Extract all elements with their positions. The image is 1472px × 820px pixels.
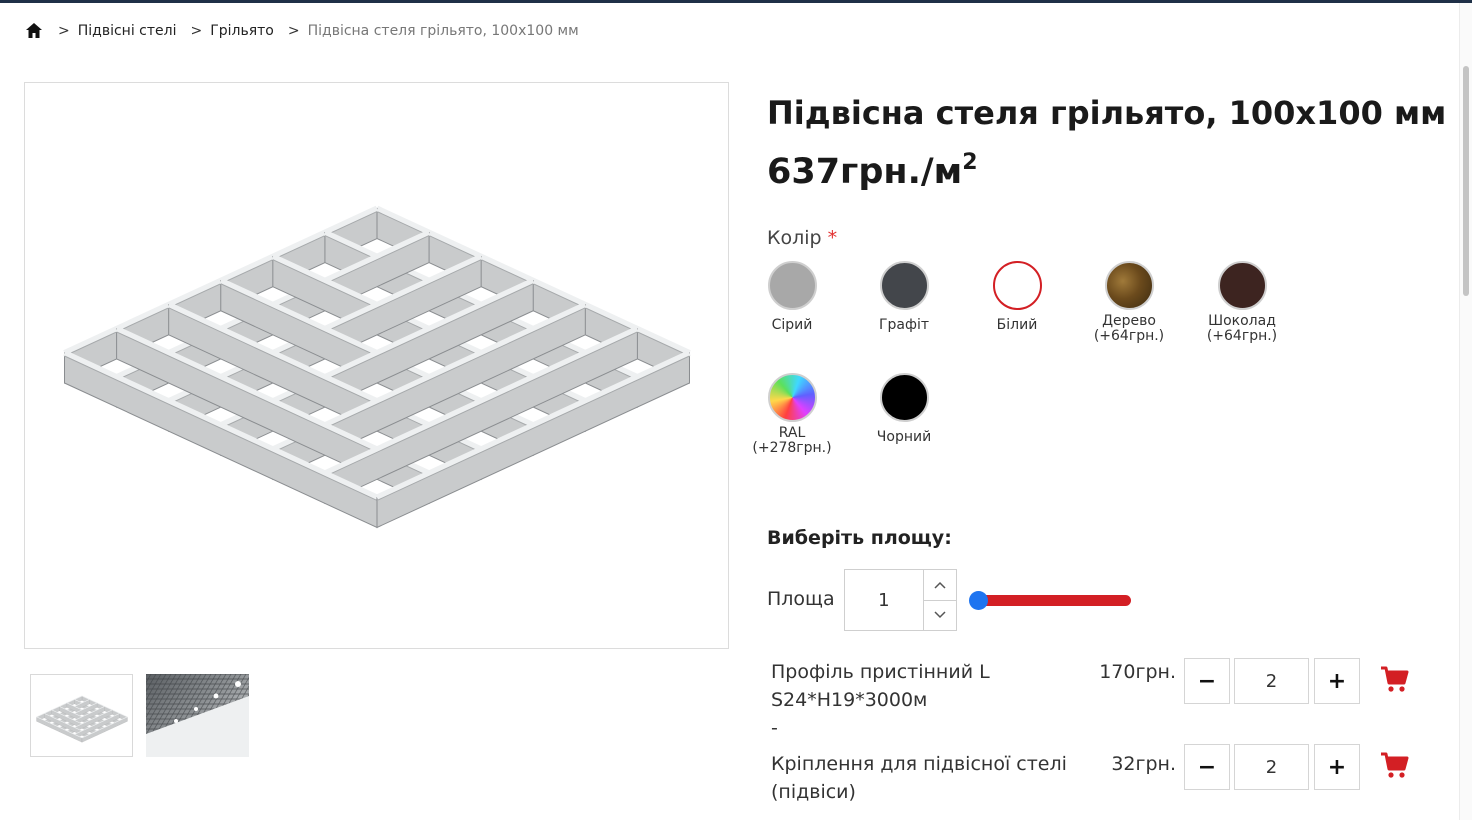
home-icon[interactable] (24, 21, 44, 41)
swatch-circle (879, 261, 929, 310)
top-border (0, 0, 1472, 3)
accessory-price: 170грн. (1099, 661, 1176, 683)
breadcrumb: > Підвісні стелі > Грільято > Підвісна с… (24, 20, 579, 42)
cart-icon[interactable] (1380, 752, 1410, 780)
accessory-name-text: Профіль пристінний L S24*H19*3000м (771, 661, 990, 711)
breadcrumb-separator: > (190, 23, 203, 39)
accessory-name: Профіль пристінний L S24*H19*3000м - (771, 658, 1081, 742)
breadcrumb-separator: > (287, 23, 300, 39)
breadcrumb-separator: > (58, 23, 70, 39)
swatch-circle (879, 373, 929, 422)
product-title: Підвісна стеля грільято, 100х100 мм (767, 94, 1447, 132)
area-decrement-button[interactable] (924, 601, 956, 631)
price-unit-superscript: 2 (962, 150, 978, 175)
color-swatch-graphite[interactable]: Графіт (848, 261, 960, 333)
chevron-down-icon (934, 611, 946, 619)
swatch-circle (767, 373, 817, 422)
swatch-name: Сірий (771, 317, 813, 333)
swatch-extra: (+64грн.) (1206, 328, 1278, 344)
color-swatch-wood[interactable]: Дерево (+64грн.) (1073, 261, 1185, 344)
area-input-value[interactable]: 1 (845, 570, 924, 630)
swatch-name: Дерево (1102, 313, 1156, 329)
product-thumbnail-2[interactable] (146, 674, 249, 757)
accessory-price: 32грн. (1111, 753, 1176, 775)
accessory-note: - (771, 717, 778, 739)
cart-icon[interactable] (1380, 666, 1410, 694)
swatch-extra: (+278грн.) (752, 440, 832, 456)
swatch-circle (767, 261, 817, 310)
scrollbar-thumb[interactable] (1463, 66, 1469, 296)
accessory-quantity-input[interactable]: 2 (1234, 744, 1309, 790)
swatch-circle (1104, 261, 1154, 310)
swatch-name: Чорний (876, 429, 932, 445)
required-mark: * (827, 227, 838, 249)
breadcrumb-current: Підвісна стеля грільято, 100х100 мм (307, 23, 579, 39)
area-spinner (923, 570, 956, 631)
accessory-increase-button[interactable]: + (1314, 658, 1360, 704)
accessory-name-text: Кріплення для підвісної стелі (підвіси) (771, 753, 1067, 803)
swatch-extra: (+64грн.) (1093, 328, 1165, 344)
swatch-name: RAL (778, 425, 806, 441)
area-slider[interactable] (969, 591, 1131, 610)
accessory-increase-button[interactable]: + (1314, 744, 1360, 790)
color-label-text: Колір (767, 227, 822, 249)
area-slider-knob[interactable] (969, 591, 988, 610)
accessory-decrease-button[interactable]: − (1184, 658, 1230, 704)
accessory-quantity-input[interactable]: 2 (1234, 658, 1309, 704)
area-increment-button[interactable] (923, 570, 956, 601)
swatch-circle (1217, 261, 1267, 310)
swatch-name: Білий (996, 317, 1038, 333)
color-swatch-ral[interactable]: RAL (+278грн.) (736, 373, 848, 456)
swatch-name: Графіт (878, 317, 930, 333)
swatch-name: Шоколад (1208, 313, 1276, 329)
breadcrumb-link-suspended-ceilings[interactable]: Підвісні стелі (78, 23, 177, 39)
color-swatch-chocolate[interactable]: Шоколад (+64грн.) (1186, 261, 1298, 344)
area-input[interactable]: 1 (844, 569, 957, 631)
choose-area-heading: Виберіть площу: (767, 527, 952, 549)
color-swatch-black[interactable]: Чорний (848, 373, 960, 445)
product-thumbnail-1[interactable] (30, 674, 133, 757)
color-swatch-grey[interactable]: Сірий (736, 261, 848, 333)
color-swatch-white[interactable]: Білий (947, 231, 1087, 371)
color-label: Колір * (767, 227, 837, 249)
price-value: 637грн./м (767, 152, 963, 192)
product-price: 637грн./м2 (767, 150, 978, 192)
area-label: Площа (767, 588, 835, 610)
breadcrumb-link-grilyato[interactable]: Грільято (210, 23, 274, 39)
swatch-circle (992, 261, 1042, 310)
product-main-image[interactable] (24, 82, 729, 649)
chevron-up-icon (934, 581, 946, 589)
accessory-name: Кріплення для підвісної стелі (підвіси) (771, 750, 1081, 806)
area-slider-track[interactable] (973, 595, 1131, 606)
accessory-decrease-button[interactable]: − (1184, 744, 1230, 790)
